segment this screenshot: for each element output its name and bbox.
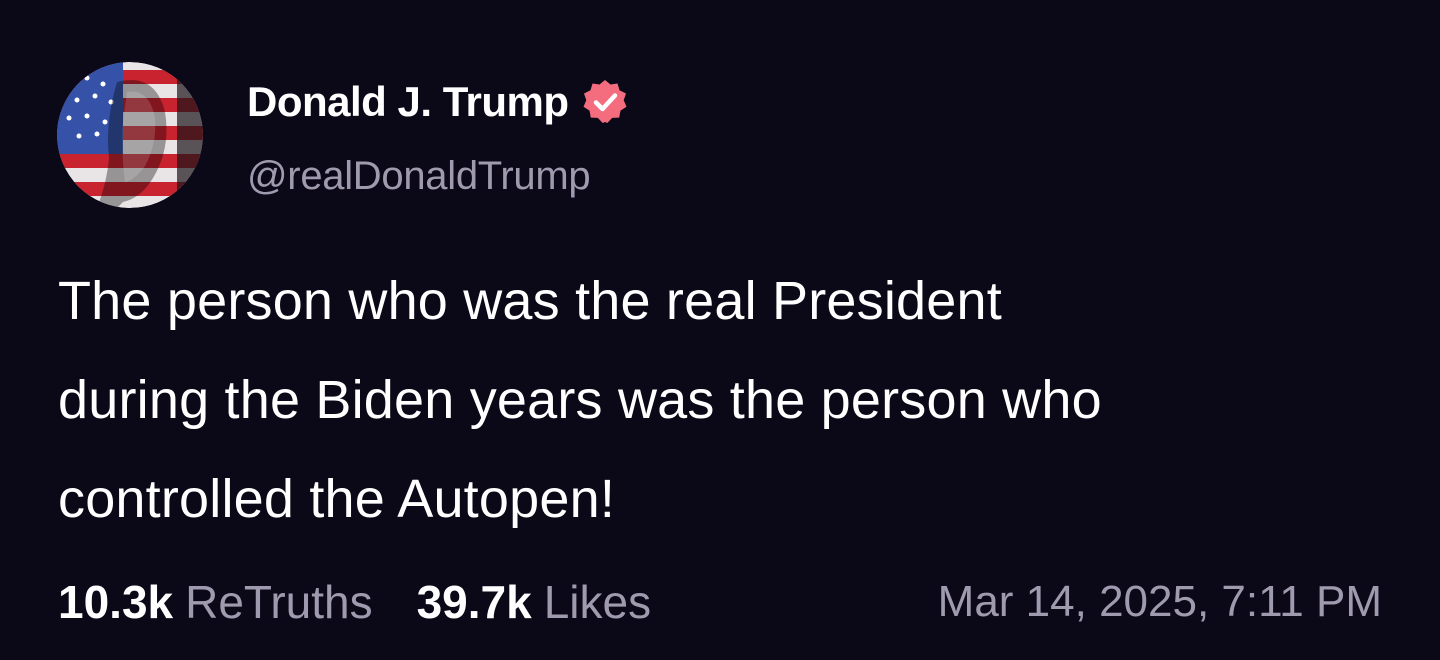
avatar[interactable] xyxy=(57,62,203,208)
avatar-image xyxy=(57,62,203,208)
author-info: Donald J. Trump @realDonaldTrump xyxy=(247,76,629,199)
name-row: Donald J. Trump xyxy=(247,76,629,128)
display-name[interactable]: Donald J. Trump xyxy=(247,78,569,126)
retruths-stat[interactable]: 10.3k ReTruths xyxy=(58,575,373,629)
post-text-line: The person who was the real President xyxy=(58,271,1002,331)
verified-badge-icon xyxy=(581,78,629,126)
likes-label: Likes xyxy=(543,576,652,628)
retruths-label: ReTruths xyxy=(185,576,373,628)
user-handle[interactable]: @realDonaldTrump xyxy=(247,154,629,199)
post-stats: 10.3k ReTruths 39.7k Likes Mar 14, 2025,… xyxy=(58,572,1382,632)
post-header: Donald J. Trump @realDonaldTrump xyxy=(57,62,629,212)
truth-post: Donald J. Trump @realDonaldTrump The per… xyxy=(0,0,1440,660)
post-timestamp[interactable]: Mar 14, 2025, 7:11 PM xyxy=(938,577,1382,627)
post-text: The person who was the real President du… xyxy=(58,252,1388,549)
post-text-line: during the Biden years was the person wh… xyxy=(58,370,1102,430)
likes-stat[interactable]: 39.7k Likes xyxy=(417,575,652,629)
post-text-line: controlled the Autopen! xyxy=(58,469,616,529)
retruths-count: 10.3k xyxy=(58,576,174,628)
likes-count: 39.7k xyxy=(416,576,532,628)
